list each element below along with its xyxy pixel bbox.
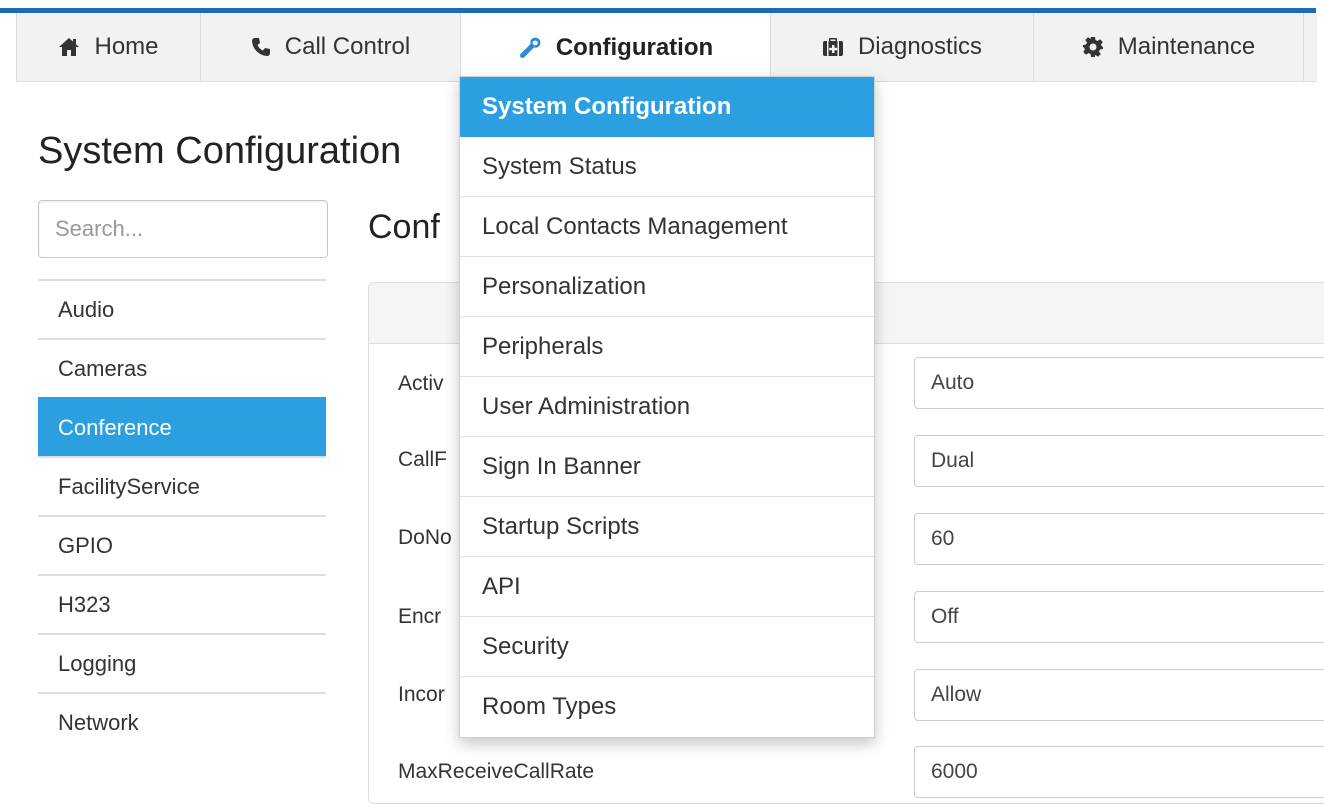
- menu-item-system-configuration[interactable]: System Configuration: [460, 77, 874, 137]
- tab-diagnostics[interactable]: Diagnostics: [771, 13, 1034, 81]
- sidebar-item-audio[interactable]: Audio: [38, 279, 326, 338]
- tab-maintenance[interactable]: Maintenance: [1034, 13, 1304, 81]
- main-navbar: Home Call Control Configuration Diagnost…: [16, 13, 1317, 82]
- sidebar-item-conference[interactable]: Conference: [38, 397, 326, 456]
- page-title: System Configuration: [38, 130, 402, 172]
- tab-call-control[interactable]: Call Control: [201, 13, 461, 81]
- setting-label: Incor: [398, 683, 445, 706]
- sidebar-item-facilityservice[interactable]: FacilityService: [38, 456, 326, 515]
- home-icon: [58, 37, 80, 57]
- menu-item-system-status[interactable]: System Status: [460, 137, 874, 197]
- setting-value-field[interactable]: 6000: [914, 746, 1324, 798]
- menu-item-room-types[interactable]: Room Types: [460, 677, 874, 737]
- tab-configuration-label: Configuration: [555, 33, 714, 61]
- tab-home[interactable]: Home: [17, 13, 201, 81]
- setting-label: DoNo: [398, 526, 452, 549]
- tab-diagnostics-label: Diagnostics: [857, 33, 983, 60]
- menu-item-user-administration[interactable]: User Administration: [460, 377, 874, 437]
- setting-value-field[interactable]: Allow: [914, 669, 1324, 721]
- menu-item-startup-scripts[interactable]: Startup Scripts: [460, 497, 874, 557]
- medkit-icon: [822, 37, 844, 57]
- setting-value-field[interactable]: Auto: [914, 357, 1324, 409]
- phone-icon: [251, 37, 271, 57]
- setting-label: Activ: [398, 372, 444, 395]
- setting-value-field[interactable]: Dual: [914, 435, 1324, 487]
- setting-label: CallF: [398, 448, 448, 471]
- tab-configuration[interactable]: Configuration: [461, 13, 771, 82]
- wrench-icon: [518, 36, 542, 60]
- tab-maintenance-label: Maintenance: [1117, 33, 1256, 60]
- sidebar-item-network[interactable]: Network: [38, 692, 326, 751]
- setting-value-field[interactable]: Off: [914, 591, 1324, 643]
- tab-call-control-label: Call Control: [284, 33, 411, 60]
- setting-label: Encr: [398, 605, 442, 628]
- sidebar-item-gpio[interactable]: GPIO: [38, 515, 326, 574]
- gear-icon: [1082, 36, 1104, 58]
- menu-item-security[interactable]: Security: [460, 617, 874, 677]
- sidebar-nav: Audio Cameras Conference FacilityService…: [38, 279, 326, 751]
- search-input[interactable]: [38, 200, 328, 258]
- section-heading: Conf: [368, 208, 440, 246]
- sidebar-item-h323[interactable]: H323: [38, 574, 326, 633]
- tab-home-label: Home: [94, 33, 159, 60]
- sidebar-item-cameras[interactable]: Cameras: [38, 338, 326, 397]
- setting-value-field[interactable]: 60: [914, 513, 1324, 565]
- menu-item-sign-in-banner[interactable]: Sign In Banner: [460, 437, 874, 497]
- menu-item-api[interactable]: API: [460, 557, 874, 617]
- menu-item-peripherals[interactable]: Peripherals: [460, 317, 874, 377]
- menu-item-local-contacts-management[interactable]: Local Contacts Management: [460, 197, 874, 257]
- configuration-dropdown-menu: System Configuration System Status Local…: [459, 76, 875, 738]
- sidebar-item-logging[interactable]: Logging: [38, 633, 326, 692]
- setting-label: MaxReceiveCallRate: [398, 760, 595, 783]
- menu-item-personalization[interactable]: Personalization: [460, 257, 874, 317]
